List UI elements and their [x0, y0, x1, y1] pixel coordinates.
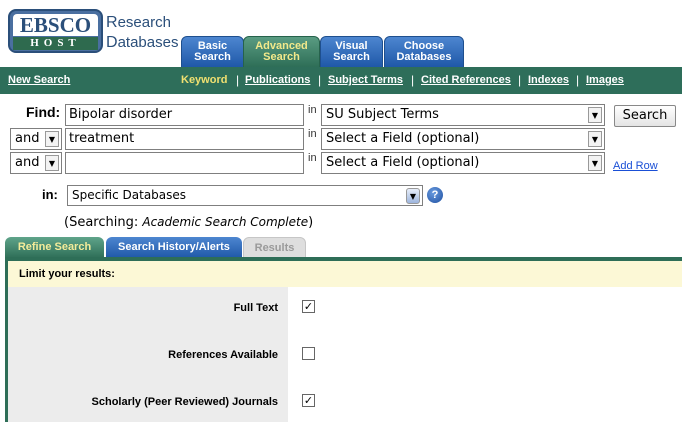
references-available-checkbox[interactable]	[302, 347, 315, 360]
searching-databases-note: (Searching: Academic Search Complete)	[64, 215, 313, 230]
nav-cited-references[interactable]: Cited References	[421, 74, 511, 86]
tab-label-line2: Search	[333, 51, 370, 63]
brand-rest-2: atabases	[117, 34, 179, 51]
field-select-value: Select a Field (optional)	[326, 155, 480, 170]
search-button[interactable]: Search	[614, 105, 676, 127]
search-term-input-1[interactable]: Bipolar disorder	[65, 104, 304, 126]
field-select-3[interactable]: Select a Field (optional) ▼	[321, 152, 605, 174]
chevron-down-icon: ▼	[588, 131, 602, 147]
in-label: in	[308, 128, 317, 140]
chevron-down-icon: ▼	[45, 155, 59, 171]
chevron-down-icon: ▼	[406, 188, 420, 204]
in-label: in	[308, 152, 317, 164]
new-search-link[interactable]: New Search	[8, 74, 70, 86]
nav-keyword[interactable]: Keyword	[181, 74, 227, 86]
tab-visual-search[interactable]: Visual Search	[320, 36, 383, 68]
boolean-operator-select-2[interactable]: and ▼	[10, 128, 62, 150]
logo-text-bottom: HOST	[13, 37, 98, 50]
nav-separator: |	[576, 73, 580, 87]
searching-database-name: Academic Search Complete	[142, 215, 309, 229]
tab-choose-databases[interactable]: Choose Databases	[384, 36, 464, 68]
nav-separator: |	[411, 73, 415, 87]
add-row-link[interactable]: Add Row	[613, 160, 658, 172]
brand-rest-1: esearch	[117, 14, 171, 31]
limit-results-header: Limit your results:	[8, 261, 682, 287]
field-select-value: SU Subject Terms	[326, 107, 439, 122]
brand-initial-2: D	[106, 34, 118, 51]
help-icon[interactable]: ?	[427, 187, 443, 203]
sub-navigation-bar: New Search Keyword | Publications | Subj…	[0, 67, 682, 94]
operator-value: and	[15, 155, 40, 170]
tab-label-line2: Search	[263, 51, 300, 63]
research-databases-title: Research Databases	[106, 13, 178, 53]
operator-value: and	[15, 131, 40, 146]
brand-initial-1: R	[106, 14, 118, 31]
tab-label-line2: Search	[194, 51, 231, 63]
limit-label-references-available: References Available	[168, 349, 278, 361]
tab-results: Results	[243, 237, 306, 258]
tab-refine-search[interactable]: Refine Search	[5, 237, 104, 258]
tab-label-line2: Databases	[396, 51, 452, 63]
searching-suffix: )	[308, 215, 314, 230]
nav-separator: |	[318, 73, 322, 87]
nav-separator: |	[518, 73, 522, 87]
chevron-down-icon: ▼	[588, 155, 602, 171]
search-term-input-2[interactable]: treatment	[65, 128, 304, 150]
limit-label-scholarly-journals: Scholarly (Peer Reviewed) Journals	[91, 396, 278, 408]
searching-prefix: (Searching:	[64, 215, 143, 230]
field-select-value: Select a Field (optional)	[326, 131, 480, 146]
full-text-checkbox[interactable]: ✓	[302, 300, 315, 313]
nav-separator: |	[236, 73, 240, 87]
scholarly-journals-checkbox[interactable]: ✓	[302, 394, 315, 407]
tab-search-history-alerts[interactable]: Search History/Alerts	[106, 237, 242, 258]
find-label: Find:	[26, 104, 61, 120]
nav-images[interactable]: Images	[586, 74, 624, 86]
tab-basic-search[interactable]: Basic Search	[181, 36, 244, 68]
in-label: in	[308, 104, 317, 116]
boolean-operator-select-3[interactable]: and ▼	[10, 152, 62, 174]
databases-select[interactable]: Specific Databases ▼	[67, 185, 423, 206]
limit-label-full-text: Full Text	[233, 302, 278, 314]
nav-subject-terms[interactable]: Subject Terms	[328, 74, 403, 86]
field-select-2[interactable]: Select a Field (optional) ▼	[321, 128, 605, 150]
nav-indexes[interactable]: Indexes	[528, 74, 569, 86]
databases-in-label: in:	[42, 187, 58, 202]
nav-publications[interactable]: Publications	[245, 74, 310, 86]
chevron-down-icon: ▼	[588, 107, 602, 123]
ebscohost-logo[interactable]: EBSCO HOST	[8, 9, 103, 53]
chevron-down-icon: ▼	[45, 131, 59, 147]
tab-advanced-search[interactable]: Advanced Search	[243, 36, 320, 68]
logo-text-top: EBSCO	[13, 14, 98, 36]
databases-select-value: Specific Databases	[72, 188, 187, 202]
search-term-input-3[interactable]	[65, 152, 304, 174]
field-select-1[interactable]: SU Subject Terms ▼	[321, 104, 605, 126]
